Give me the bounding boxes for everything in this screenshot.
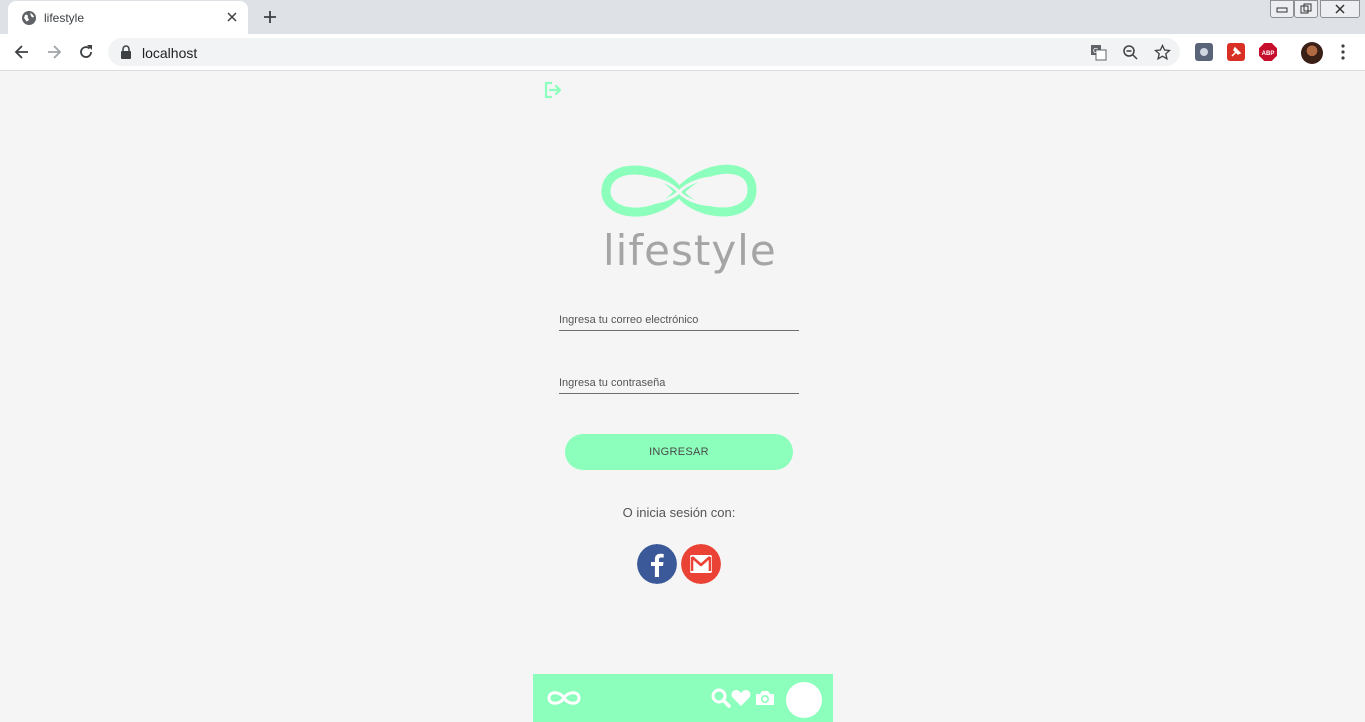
alt-login-text: O inicia sesión con: [622,505,736,520]
facebook-login-icon[interactable] [637,544,677,584]
address-bar[interactable]: localhost G [108,38,1180,66]
url-text: localhost [142,45,198,61]
login-button[interactable]: INGRESAR [565,434,793,470]
bookmark-star-icon[interactable] [1154,44,1171,61]
forward-arrow-icon[interactable] [44,42,64,62]
translate-icon[interactable]: G [1090,44,1107,61]
camera-icon[interactable] [754,687,776,709]
browser-toolbar: localhost G ABP [0,34,1365,71]
lock-icon [121,45,131,59]
more-menu-icon[interactable] [1335,43,1351,61]
globe-icon [22,11,36,25]
minimize-button[interactable] [1270,0,1294,18]
svg-text:G: G [1093,48,1098,55]
infinity-home-icon[interactable] [546,687,582,709]
restore-icon [1300,3,1312,14]
password-field[interactable] [559,372,799,394]
bottom-nav-bar [533,674,833,722]
profile-avatar-chrome[interactable] [1301,42,1323,64]
tab-title: lifestyle [44,11,85,25]
close-window-icon [1335,4,1345,14]
browser-tab[interactable]: lifestyle [8,1,248,34]
heart-icon[interactable] [730,687,752,709]
close-tab-icon[interactable] [224,9,240,25]
new-tab-icon[interactable] [260,7,280,27]
puzzle-ext-icon[interactable] [1195,43,1213,61]
lifestyle-wordmark: lifestyle [603,226,777,275]
restore-button[interactable] [1294,0,1318,18]
reload-icon[interactable] [76,42,96,62]
logout-icon[interactable] [543,80,563,100]
minimize-icon [1276,7,1288,13]
profile-avatar[interactable] [786,682,822,718]
adblock-label: ABP [1262,51,1275,57]
close-window-button[interactable] [1320,0,1360,18]
gmail-login-icon[interactable] [681,544,721,584]
search-icon[interactable] [710,687,732,709]
zoom-out-icon[interactable] [1122,44,1139,61]
red-pin-ext-icon[interactable] [1227,43,1245,61]
browser-tab-bar: lifestyle [0,0,1365,34]
back-arrow-icon[interactable] [12,42,32,62]
email-field[interactable] [559,309,799,331]
infinity-logo-icon [601,164,757,217]
adblock-plus-icon[interactable]: ABP [1259,43,1277,61]
